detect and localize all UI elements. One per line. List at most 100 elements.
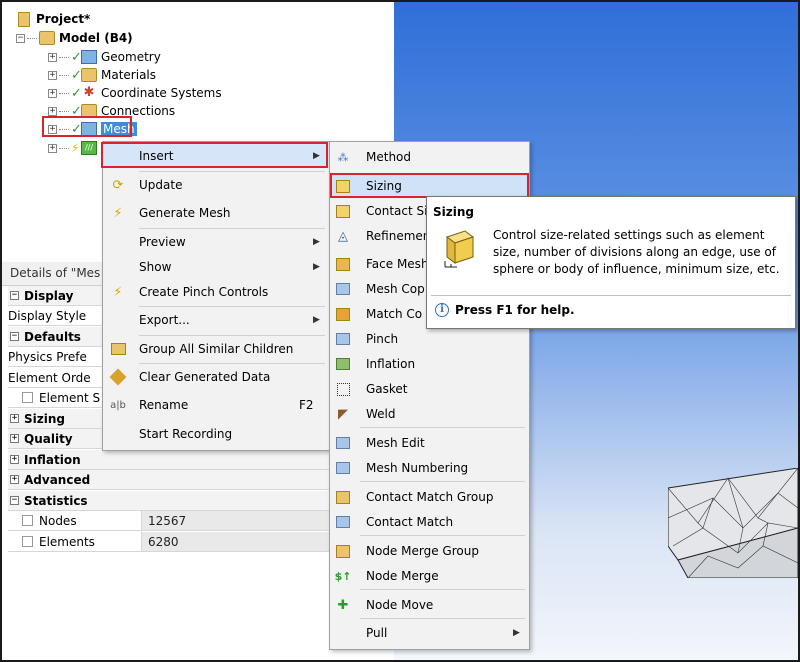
geometry-icon [81,50,97,64]
tree-node-geometry[interactable]: + ✓ Geometry [48,48,161,66]
category-label: Inflation [24,452,81,467]
tree-node-solution[interactable]: + ⚡ /// [48,139,101,157]
tree-label-connections: Connections [101,104,176,118]
menu-separator [139,363,325,364]
menu-label: Show [139,260,172,274]
expand-icon[interactable]: + [48,88,57,98]
tree-node-mesh[interactable]: + ✓ Mesh [48,120,137,138]
submenu-item-node-merge-group[interactable]: Node Merge Group [330,539,529,563]
blank-icon [109,312,127,328]
tooltip-help: i Press F1 for help. [435,303,575,317]
lightning-icon: ⚡ [113,205,123,221]
checkmark-icon: ✓ [71,49,82,65]
tree-connector [59,74,69,76]
submenu-item-inflation[interactable]: Inflation [330,352,529,376]
collapse-icon[interactable]: − [10,291,19,300]
tree-node-materials[interactable]: + ✓ Materials [48,66,156,84]
submenu-label: Sizing [366,179,402,193]
solution-icon: /// [81,141,97,155]
submenu-label: Gasket [366,382,408,396]
tree-label-coordinate-systems: Coordinate Systems [101,86,222,100]
submenu-item-gasket[interactable]: Gasket [330,377,529,401]
menu-item-clear-generated-data[interactable]: Clear Generated Data [103,365,329,389]
sizing-tooltip: Sizing Control size-related settings suc… [426,196,796,329]
menu-label: Group All Similar Children [139,342,294,356]
tree-node-coordinate-systems[interactable]: + ✓ ✱ Coordinate Systems [48,84,222,102]
expand-icon[interactable]: + [10,434,19,443]
menu-label: Insert [139,149,174,163]
model-icon [39,31,55,45]
tooltip-body: Control size-related settings such as el… [493,228,780,276]
submenu-item-node-merge[interactable]: $↑ Node Merge [330,564,529,588]
parameter-checkbox[interactable] [22,515,33,526]
menu-separator [139,228,325,229]
submenu-arrow-icon: ▶ [313,237,320,247]
inflation-icon [334,356,352,372]
tree-node-project[interactable]: Project* [18,10,90,28]
tree-node-model[interactable]: − Model (B4) [16,29,133,47]
menu-item-update[interactable]: ⟳ Update [103,173,329,197]
tree-label-project: Project* [36,12,91,26]
tree-connector [59,56,69,58]
submenu-item-pinch[interactable]: Pinch [330,327,529,351]
collapse-icon[interactable]: − [10,332,19,341]
submenu-item-contact-match-group[interactable]: Contact Match Group [330,485,529,509]
collapse-icon[interactable]: − [16,33,25,43]
mesh-icon [81,122,97,136]
menu-separator [139,335,325,336]
parameter-checkbox[interactable] [22,392,33,403]
menu-item-insert[interactable]: Insert ▶ [103,144,329,168]
submenu-item-sizing[interactable]: Sizing [330,174,529,198]
submenu-label: Pull [366,626,388,640]
contact-match-group-icon [334,489,352,505]
category-label: Advanced [24,472,91,487]
blank-icon [109,259,127,275]
submenu-item-mesh-numbering[interactable]: Mesh Numbering [330,456,529,480]
expand-icon[interactable]: + [10,475,19,484]
menu-item-show[interactable]: Show ▶ [103,255,329,279]
menu-item-export[interactable]: Export... ▶ [103,308,329,332]
submenu-arrow-icon: ▶ [313,151,320,161]
submenu-item-node-move[interactable]: ✚ Node Move [330,593,529,617]
menu-item-rename[interactable]: a|b Rename F2 [103,393,329,417]
submenu-label: Inflation [366,357,416,371]
rename-icon: a|b [110,399,126,411]
menu-item-create-pinch-controls[interactable]: ⚡ Create Pinch Controls [103,280,329,304]
face-meshing-icon [334,256,352,272]
expand-icon[interactable]: + [48,124,57,134]
collapse-icon[interactable]: − [10,496,19,505]
expand-icon[interactable]: + [10,414,19,423]
submenu-label: Weld [366,407,396,421]
parameter-checkbox[interactable] [22,536,33,547]
expand-icon[interactable]: + [48,143,57,153]
mesh-numbering-icon [334,460,352,476]
menu-label: Create Pinch Controls [139,285,269,299]
submenu-item-method[interactable]: ⁂ Method [330,145,529,169]
submenu-item-weld[interactable]: ◤ Weld [330,402,529,426]
property-label: Element S [39,390,101,405]
property-value: 12567 [148,513,187,528]
category-label: Quality [24,431,73,446]
expand-icon[interactable]: + [10,455,19,464]
category-label: Statistics [24,493,88,508]
menu-item-start-recording[interactable]: Start Recording [103,422,329,446]
menu-item-generate-mesh[interactable]: ⚡ Generate Mesh [103,201,329,225]
expand-icon[interactable]: + [48,70,57,80]
category-label: Sizing [24,411,65,426]
submenu-item-mesh-edit[interactable]: Mesh Edit [330,431,529,455]
expand-icon[interactable]: + [48,106,57,116]
menu-item-group-similar[interactable]: Group All Similar Children [103,337,329,361]
submenu-label: Mesh Edit [366,436,425,450]
menu-label: Rename [139,398,189,412]
submenu-item-pull[interactable]: Pull ▶ [330,621,529,645]
tree-node-connections[interactable]: + ✓ Connections [48,102,175,120]
submenu-separator [360,427,525,428]
submenu-arrow-icon: ▶ [313,262,320,272]
checkmark-icon: ✓ [71,67,82,83]
submenu-separator [360,535,525,536]
expand-icon[interactable]: + [48,52,57,62]
contact-sizing-icon [334,203,352,219]
menu-item-preview[interactable]: Preview ▶ [103,230,329,254]
submenu-item-contact-match[interactable]: Contact Match [330,510,529,534]
lightning-icon: ⚡ [71,141,80,155]
